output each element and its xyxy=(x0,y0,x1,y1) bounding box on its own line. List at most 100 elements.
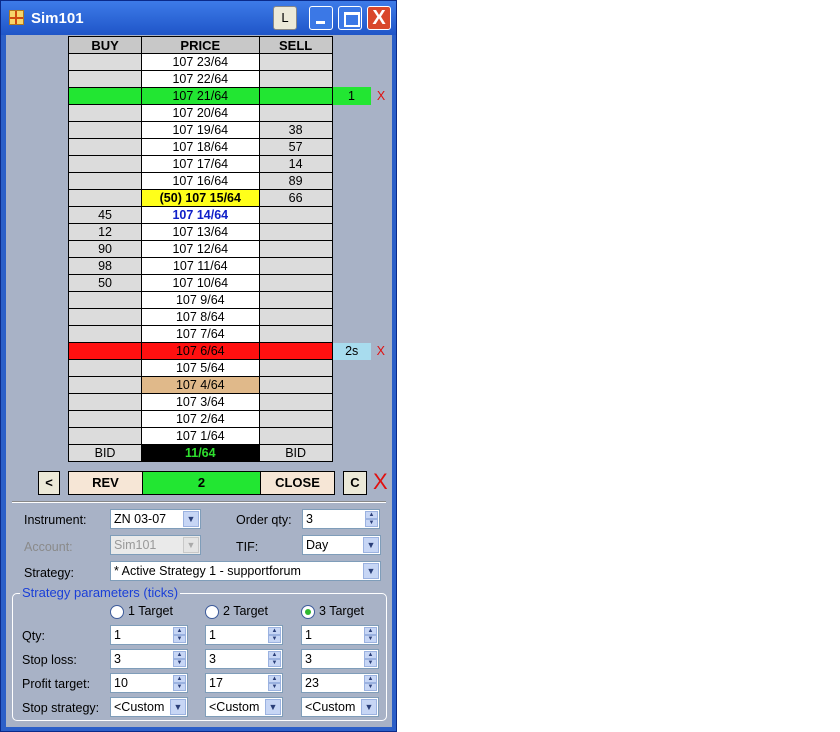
cancel-order-x-icon[interactable]: X xyxy=(371,88,392,105)
sell-cell[interactable]: 14 xyxy=(258,155,333,173)
tif-combo[interactable]: Day ▼ xyxy=(302,535,381,555)
buy-cell[interactable] xyxy=(67,53,143,71)
prev-button[interactable]: < xyxy=(38,471,60,495)
cancel-all-x-icon[interactable]: X xyxy=(373,469,388,495)
buy-cell[interactable] xyxy=(67,189,143,207)
target-1-label[interactable]: 1 Target xyxy=(128,604,173,618)
sell-cell[interactable] xyxy=(258,325,333,343)
sell-cell[interactable] xyxy=(258,291,333,309)
spin-icon[interactable]: ▲ ▼ xyxy=(364,651,377,667)
sell-cell[interactable] xyxy=(258,342,333,360)
sell-cell[interactable] xyxy=(258,308,333,326)
spin-icon[interactable]: ▲ ▼ xyxy=(268,627,281,643)
profit-target-1-stepper[interactable]: 10 ▲ ▼ xyxy=(110,673,188,693)
buy-cell[interactable] xyxy=(67,138,143,156)
sell-cell[interactable] xyxy=(258,70,333,88)
reverse-button[interactable]: REV xyxy=(68,471,143,495)
sell-cell[interactable]: 66 xyxy=(258,189,333,207)
qty-3-stepper[interactable]: 1 ▲ ▼ xyxy=(301,625,379,645)
spin-icon[interactable]: ▲ ▼ xyxy=(268,651,281,667)
profit-target-3-stepper[interactable]: 23 ▲ ▼ xyxy=(301,673,379,693)
buy-cell[interactable] xyxy=(67,291,143,309)
buy-cell[interactable] xyxy=(67,359,143,377)
buy-cell[interactable] xyxy=(67,427,143,445)
target-3-label[interactable]: 3 Target xyxy=(319,604,364,618)
working-order-cell[interactable]: 2s xyxy=(332,342,371,360)
sell-cell[interactable] xyxy=(258,410,333,428)
stop-strategy-1-combo[interactable]: <Custom ▼ xyxy=(110,697,188,717)
buy-cell[interactable] xyxy=(67,121,143,139)
buy-cell[interactable]: 45 xyxy=(67,206,143,224)
stop-loss-1-stepper[interactable]: 3 ▲ ▼ xyxy=(110,649,188,669)
title-bar[interactable]: Sim101 L X xyxy=(1,1,396,35)
sell-cell[interactable]: 89 xyxy=(258,172,333,190)
sell-cell[interactable] xyxy=(258,104,333,122)
working-order-cell[interactable]: 1 xyxy=(331,87,372,105)
buy-cell[interactable] xyxy=(67,172,143,190)
sell-cell[interactable] xyxy=(258,376,333,394)
chevron-down-icon[interactable]: ▼ xyxy=(265,699,281,715)
stop-loss-2-stepper[interactable]: 3 ▲ ▼ xyxy=(205,649,283,669)
sell-cell[interactable] xyxy=(258,274,333,292)
instrument-combo[interactable]: ZN 03-07 ▼ xyxy=(110,509,201,529)
spin-icon[interactable]: ▲ ▼ xyxy=(173,651,186,667)
buy-cell[interactable] xyxy=(67,104,143,122)
buy-cell[interactable] xyxy=(67,342,143,360)
spin-icon[interactable]: ▲ ▼ xyxy=(173,627,186,643)
target-1-radio[interactable] xyxy=(110,605,124,619)
sell-cell[interactable] xyxy=(258,257,333,275)
target-2-label[interactable]: 2 Target xyxy=(223,604,268,618)
sell-cell[interactable] xyxy=(258,240,333,258)
buy-bid-cell[interactable]: BID xyxy=(67,444,143,462)
close-position-button[interactable]: CLOSE xyxy=(260,471,335,495)
buy-cell[interactable] xyxy=(67,155,143,173)
buy-cell[interactable] xyxy=(67,393,143,411)
maximize-icon[interactable] xyxy=(338,6,362,30)
target-2-radio[interactable] xyxy=(205,605,219,619)
buy-cell[interactable] xyxy=(67,87,143,105)
close-icon[interactable]: X xyxy=(367,6,391,30)
buy-cell[interactable]: 98 xyxy=(67,257,143,275)
buy-cell[interactable] xyxy=(67,70,143,88)
buy-cell[interactable]: 12 xyxy=(67,223,143,241)
minimize-icon[interactable] xyxy=(309,6,333,30)
cancel-orders-button[interactable]: C xyxy=(343,471,367,495)
sell-cell[interactable] xyxy=(258,53,333,71)
sell-cell[interactable] xyxy=(258,393,333,411)
spin-icon[interactable]: ▲ ▼ xyxy=(173,675,186,691)
strategy-combo[interactable]: * Active Strategy 1 - supportforum ▼ xyxy=(110,561,381,581)
qty-1-stepper[interactable]: 1 ▲ ▼ xyxy=(110,625,188,645)
buy-cell[interactable] xyxy=(67,325,143,343)
order-qty-stepper[interactable]: 3 ▲ ▼ xyxy=(302,509,380,529)
spin-icon[interactable]: ▲ ▼ xyxy=(365,511,378,527)
stop-strategy-2-combo[interactable]: <Custom ▼ xyxy=(205,697,283,717)
sell-cell[interactable] xyxy=(258,87,333,105)
stop-strategy-3-combo[interactable]: <Custom ▼ xyxy=(301,697,379,717)
sell-cell[interactable] xyxy=(258,206,333,224)
qty-2-stepper[interactable]: 1 ▲ ▼ xyxy=(205,625,283,645)
link-button[interactable]: L xyxy=(273,6,297,30)
sell-cell[interactable]: 38 xyxy=(258,121,333,139)
sell-cell[interactable]: 57 xyxy=(258,138,333,156)
buy-cell[interactable] xyxy=(67,308,143,326)
spin-icon[interactable]: ▲ ▼ xyxy=(364,627,377,643)
chevron-down-icon[interactable]: ▼ xyxy=(170,699,186,715)
buy-cell[interactable]: 50 xyxy=(67,274,143,292)
sell-cell[interactable] xyxy=(258,359,333,377)
chevron-down-icon[interactable]: ▼ xyxy=(361,699,377,715)
sell-cell[interactable] xyxy=(258,427,333,445)
spin-icon[interactable]: ▲ ▼ xyxy=(268,675,281,691)
spin-icon[interactable]: ▲ ▼ xyxy=(364,675,377,691)
cancel-order-x-icon[interactable]: X xyxy=(371,343,392,360)
chevron-down-icon[interactable]: ▼ xyxy=(363,563,379,579)
sell-bid-cell[interactable]: BID xyxy=(258,444,333,462)
buy-cell[interactable]: 90 xyxy=(67,240,143,258)
stop-loss-3-stepper[interactable]: 3 ▲ ▼ xyxy=(301,649,379,669)
buy-cell[interactable] xyxy=(67,376,143,394)
chevron-down-icon[interactable]: ▼ xyxy=(183,511,199,527)
chevron-down-icon[interactable]: ▼ xyxy=(363,537,379,553)
target-3-radio[interactable] xyxy=(301,605,315,619)
profit-target-2-stepper[interactable]: 17 ▲ ▼ xyxy=(205,673,283,693)
buy-cell[interactable] xyxy=(67,410,143,428)
sell-cell[interactable] xyxy=(258,223,333,241)
